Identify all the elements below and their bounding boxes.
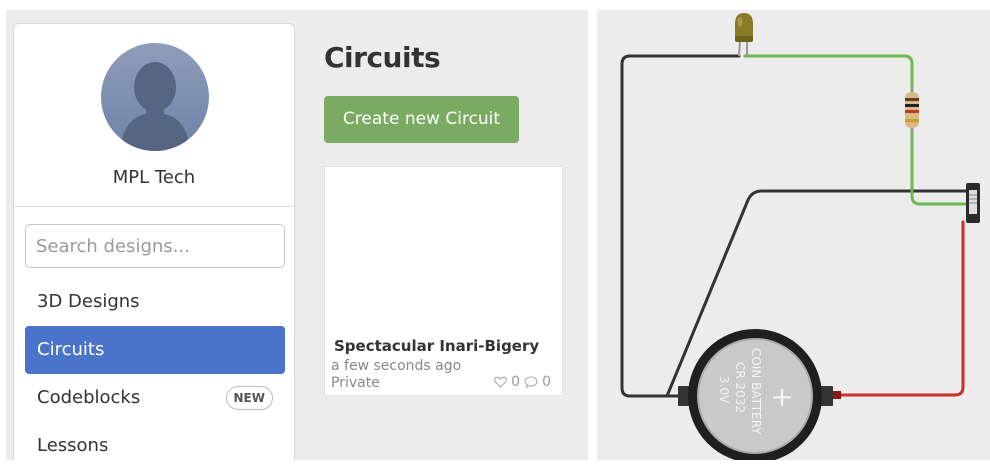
sidebar-item-label: 3D Designs <box>37 291 140 312</box>
circuit-editor-canvas[interactable]: COIN BATTERY CR 2032 3.0V + <box>597 10 990 460</box>
design-title[interactable]: Spectacular Inari-Bigery <box>334 337 539 355</box>
red-wire-battery[interactable] <box>835 220 965 397</box>
comments-count: 0 <box>542 374 551 390</box>
led-bulb <box>735 13 753 36</box>
battery-label-line-3: 3.0V <box>717 376 731 404</box>
battery-plus-sign: + <box>770 380 793 413</box>
slide-switch[interactable] <box>966 183 980 223</box>
sidebar-item-label: Codeblocks <box>37 387 141 408</box>
battery-terminal-tip <box>833 391 841 399</box>
sidebar: MPL Tech 3D Designs Circuits Codeblocks … <box>13 23 295 460</box>
user-name: MPL Tech <box>112 167 196 188</box>
create-circuit-button[interactable]: Create new Circuit <box>324 96 519 143</box>
led-highlight <box>737 17 743 27</box>
resistor-band-4 <box>905 119 919 122</box>
resistor-band-2 <box>905 104 919 107</box>
search-input[interactable] <box>25 224 285 268</box>
sidebar-item-label: Circuits <box>37 339 105 360</box>
dashboard-panel: MPL Tech 3D Designs Circuits Codeblocks … <box>0 0 588 460</box>
design-privacy: Private <box>331 375 380 391</box>
battery-label-line-2: CR 2032 <box>733 362 747 413</box>
design-stats: 0 0 <box>494 374 551 390</box>
comment-icon <box>524 376 538 388</box>
led[interactable] <box>735 13 753 57</box>
battery-label-line-1: COIN BATTERY <box>749 348 763 435</box>
sidebar-item-label: Lessons <box>37 435 109 456</box>
resistor-band-3 <box>905 110 919 113</box>
new-badge: NEW <box>225 386 273 410</box>
resistor-band-1 <box>905 98 919 101</box>
sidebar-item-codeblocks[interactable]: Codeblocks NEW <box>25 374 285 422</box>
user-silhouette-icon <box>121 62 189 151</box>
coin-battery[interactable]: COIN BATTERY CR 2032 3.0V + <box>678 329 841 460</box>
sidebar-item-circuits[interactable]: Circuits <box>25 326 285 374</box>
design-card[interactable]: Spectacular Inari-Bigery a few seconds a… <box>324 166 563 396</box>
sidebar-item-3d-designs[interactable]: 3D Designs <box>25 278 285 326</box>
likes-count: 0 <box>511 374 521 390</box>
circuit-diagram[interactable]: COIN BATTERY CR 2032 3.0V + <box>597 10 990 460</box>
heart-icon <box>494 376 508 388</box>
green-wire-led-resistor[interactable] <box>743 54 914 96</box>
sidebar-divider <box>14 206 294 207</box>
switch-slider <box>969 190 977 214</box>
avatar[interactable] <box>101 43 209 151</box>
page-title: Circuits <box>324 41 441 74</box>
resistor[interactable] <box>905 86 919 134</box>
design-timestamp: a few seconds ago <box>331 358 462 374</box>
led-leg-cathode <box>738 39 741 57</box>
sidebar-item-lessons[interactable]: Lessons <box>25 422 285 470</box>
